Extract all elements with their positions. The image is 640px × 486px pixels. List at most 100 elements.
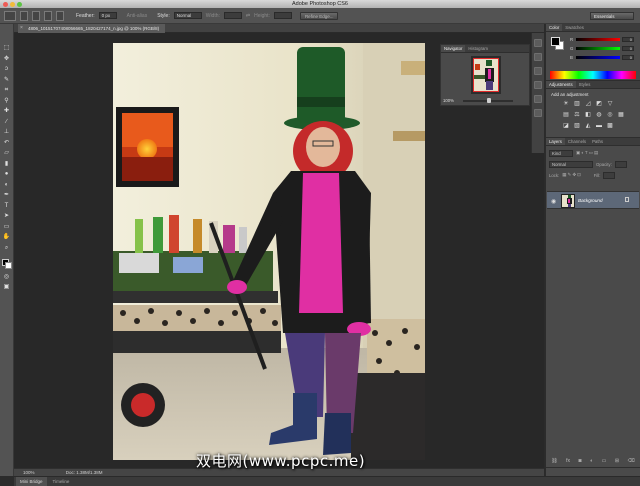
selection-mode-new-icon[interactable] [20,10,28,21]
tab-paths[interactable]: Paths [589,138,606,145]
visibility-eye-icon[interactable]: ◉ [551,198,556,205]
brush-icon[interactable]: ∕ [2,118,12,126]
invert-icon[interactable]: ◪ [562,122,570,130]
paragraph-panel-icon[interactable] [534,109,542,117]
layer-kind-filter[interactable]: Kind [549,149,573,157]
antialias-checkbox[interactable]: Anti-alias [127,13,148,19]
photo-filter-icon[interactable]: ◍ [595,111,603,119]
opacity-input[interactable] [614,160,627,168]
document-tab[interactable]: × 4806_10151707408056665_1820427174_n.jp… [18,24,166,33]
blue-slider-row[interactable]: B 0 [570,55,634,60]
layer-row-background[interactable]: ◉ Background [547,191,639,209]
path-select-icon[interactable]: ➤ [2,212,12,220]
healing-brush-icon[interactable]: ✚ [2,107,12,115]
navigator-view-box[interactable] [473,58,499,92]
black-white-icon[interactable]: ◧ [584,111,592,119]
color-balance-icon[interactable]: ⚖ [573,111,581,119]
close-tab-icon[interactable]: × [20,24,23,33]
selection-mode-subtract-icon[interactable] [44,10,52,21]
add-mask-icon[interactable]: ◙ [579,458,582,464]
type-icon[interactable]: T [2,202,12,210]
tab-color[interactable]: Color [546,24,563,31]
tab-timeline[interactable]: Timeline [49,477,74,486]
lock-icons[interactable]: ▦ ✎ ✥ ⊡ [562,172,580,178]
gradient-icon[interactable]: ▮ [2,160,12,168]
green-value[interactable]: 0 [622,46,634,51]
close-window-button[interactable] [3,1,8,7]
minimize-window-button[interactable] [10,1,15,7]
layer-name[interactable]: Background [578,198,603,203]
quick-select-icon[interactable]: ✎ [2,76,12,84]
status-zoom[interactable]: 100% [23,470,35,475]
red-value[interactable]: 0 [622,37,634,42]
fill-input[interactable] [603,171,616,179]
character-panel-icon[interactable] [534,95,542,103]
color-spectrum-ramp[interactable] [550,71,636,79]
refine-edge-button[interactable]: Refine Edge... [299,11,339,20]
layer-style-icon[interactable]: fx [566,458,570,464]
navigator-zoom-value[interactable]: 100% [443,98,454,103]
new-group-icon[interactable]: ▭ [602,458,607,464]
navigator-zoom-knob[interactable] [487,98,491,103]
shape-icon[interactable]: ▭ [2,223,12,231]
delete-layer-icon[interactable]: ⌫ [628,458,635,464]
quick-mask-icon[interactable]: ◎ [2,273,12,281]
color-swatches[interactable] [1,258,13,270]
clone-stamp-icon[interactable]: ⊥ [2,128,12,136]
color-foreground-swatch[interactable] [551,37,560,46]
threshold-icon[interactable]: ◭ [584,122,592,130]
swap-dimensions-icon[interactable]: ⇄ [246,13,250,19]
curves-icon[interactable]: ◿ [584,100,592,108]
link-layers-icon[interactable]: ⛓ [551,458,557,464]
red-slider[interactable] [576,38,620,41]
dodge-icon[interactable]: ◐ [2,181,12,189]
vibrance-icon[interactable]: ▽ [606,100,614,108]
width-input[interactable] [223,12,242,19]
gradient-map-icon[interactable]: ▬ [595,122,603,130]
marquee-icon[interactable]: ⬚ [2,44,12,52]
tab-styles[interactable]: Styles [576,81,594,88]
zoom-window-button[interactable] [17,1,22,7]
background-color-swatch[interactable] [4,262,12,269]
blue-value[interactable]: 0 [622,55,634,60]
zoom-icon[interactable]: ⌕ [2,244,12,252]
tab-channels[interactable]: Channels [565,138,589,145]
navigator-thumbnail[interactable] [471,56,501,94]
crop-icon[interactable]: ⌗ [2,86,12,94]
brightness-contrast-icon[interactable]: ☀ [562,100,570,108]
status-doc-info[interactable]: Doc: 1.38M/1.38M [66,470,103,475]
screen-mode-icon[interactable]: ▣ [2,283,12,291]
green-slider-row[interactable]: G 0 [570,46,634,51]
height-input[interactable] [273,12,292,19]
green-slider[interactable] [576,47,620,50]
tab-mini-bridge[interactable]: Mini Bridge [16,477,47,486]
eyedropper-icon[interactable]: ⚲ [2,97,12,105]
style-select[interactable]: Normal [173,12,202,19]
selective-color-icon[interactable]: ▩ [606,122,614,130]
hue-saturation-icon[interactable]: ▤ [562,111,570,119]
tab-layers[interactable]: Layers [546,138,565,145]
pen-icon[interactable]: ✒ [2,191,12,199]
brush-panel-icon[interactable] [534,81,542,89]
workspace-select[interactable]: Essentials [590,12,634,20]
selection-mode-intersect-icon[interactable] [56,10,64,21]
hand-icon[interactable]: ✋ [2,233,12,241]
history-panel-icon[interactable] [534,39,542,47]
tab-histogram[interactable]: Histogram [465,45,491,52]
feather-input[interactable]: 0 px [98,12,117,19]
tab-adjustments[interactable]: Adjustments [546,81,576,88]
posterize-icon[interactable]: ▧ [573,122,581,130]
new-adjustment-icon[interactable]: ◐ [590,458,593,464]
document-image[interactable] [113,43,425,460]
tab-navigator[interactable]: Navigator [441,45,466,52]
move-icon[interactable]: ✥ [2,55,12,63]
blend-mode-select[interactable]: Normal [549,160,593,168]
levels-icon[interactable]: ▥ [573,100,581,108]
new-layer-icon[interactable]: ⊞ [615,458,619,464]
red-slider-row[interactable]: R 0 [570,37,634,42]
color-lookup-icon[interactable]: ▦ [617,111,625,119]
tool-preset-picker[interactable] [4,10,16,21]
history-brush-icon[interactable]: ↶ [2,139,12,147]
eraser-icon[interactable]: ▱ [2,149,12,157]
selection-mode-add-icon[interactable] [32,10,40,21]
